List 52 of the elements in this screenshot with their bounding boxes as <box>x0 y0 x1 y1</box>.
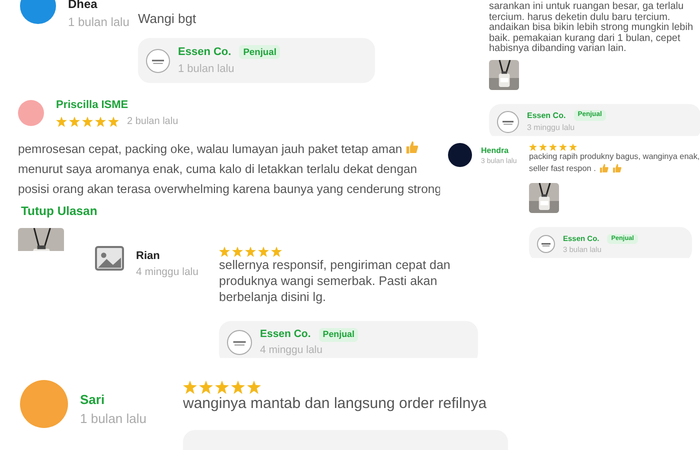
review-time: 1 bulan lalu <box>80 410 148 428</box>
review-time: 4 minggu lalu <box>136 264 200 280</box>
star-icon <box>529 143 537 151</box>
reviewer-name: Priscilla ISME <box>56 98 130 113</box>
seller-logo <box>227 330 252 356</box>
reply-time: 4 minggu lalu <box>260 342 324 358</box>
star-icon <box>245 246 256 257</box>
seller-badge: Penjual <box>239 45 280 60</box>
star-icon <box>219 246 230 257</box>
review-text: Wangi bgt <box>138 10 198 28</box>
image-placeholder-icon <box>95 246 124 271</box>
review-time: 1 bulan lalu <box>68 14 130 32</box>
review-text: wanginya mantab dan langsung order refilnya <box>183 394 488 414</box>
star-icon <box>569 143 577 151</box>
star-icon <box>258 246 269 257</box>
collapse-review-link[interactable]: Tutup Ulasan <box>21 202 98 220</box>
review-text: sarankan ini untuk ruangan besar, ga terlalu tercium. harus deketin dulu baru tercium. andaikan bisa bikin lebih strong mungkin lebih baik. pemakaian kurang dari 1 bulan, cepet habisnya dibanding varian lain. <box>489 2 694 54</box>
star-icon <box>549 143 557 151</box>
seller-logo <box>146 48 170 72</box>
thumbs-up-icon <box>612 163 622 174</box>
reply-time: 1 bulan lalu <box>178 62 236 76</box>
thumbs-up-icon <box>405 140 420 154</box>
star-icon <box>247 380 261 394</box>
star-icon <box>271 246 282 257</box>
star-icon <box>232 246 243 257</box>
seller-name: Essen Co. <box>178 45 232 60</box>
seller-logo <box>497 110 519 132</box>
review-time: 2 bulan lalu <box>127 114 178 128</box>
reviewer-name: Rian <box>136 249 161 264</box>
reviewer-name: Sari <box>80 390 106 409</box>
star-icon <box>559 143 567 151</box>
star-icon <box>69 116 80 126</box>
star-icon <box>199 380 213 394</box>
seller-name: Essen Co. <box>260 327 311 342</box>
review-text: menurut saya aromanya enak, cuma kalo di letakkan terlalu dekat dengan posisi orang akan terasa overwhelming karena baunya yang cenderung strong <box>18 160 442 198</box>
star-icon <box>82 116 93 126</box>
reply-time: 3 minggu lalu <box>527 122 576 134</box>
thumbs-up-icon <box>598 163 610 174</box>
star-icon <box>215 380 229 394</box>
star-icon <box>95 116 106 126</box>
star-icon <box>56 116 67 126</box>
seller-name: Essen Co. <box>527 110 566 122</box>
star-icon <box>108 116 119 126</box>
review-text: packing rapih produkny bagus, wanginya enak, seller fast respon . <box>529 151 700 176</box>
seller-logo <box>537 235 555 254</box>
star-icon <box>183 380 197 394</box>
reviewer-name: Hendra <box>481 145 510 157</box>
review-text: sellernya responsif, pengiriman cepat dan produknya wangi semerbak. Pasti akan berbelanja disini lg. <box>219 257 452 305</box>
star-icon <box>539 143 547 151</box>
review-text: pemrosesan cepat, packing oke, walau lumayan jauh paket tetap aman <box>18 138 443 158</box>
seller-badge: Penjual <box>318 328 358 342</box>
star-icon <box>231 380 245 394</box>
